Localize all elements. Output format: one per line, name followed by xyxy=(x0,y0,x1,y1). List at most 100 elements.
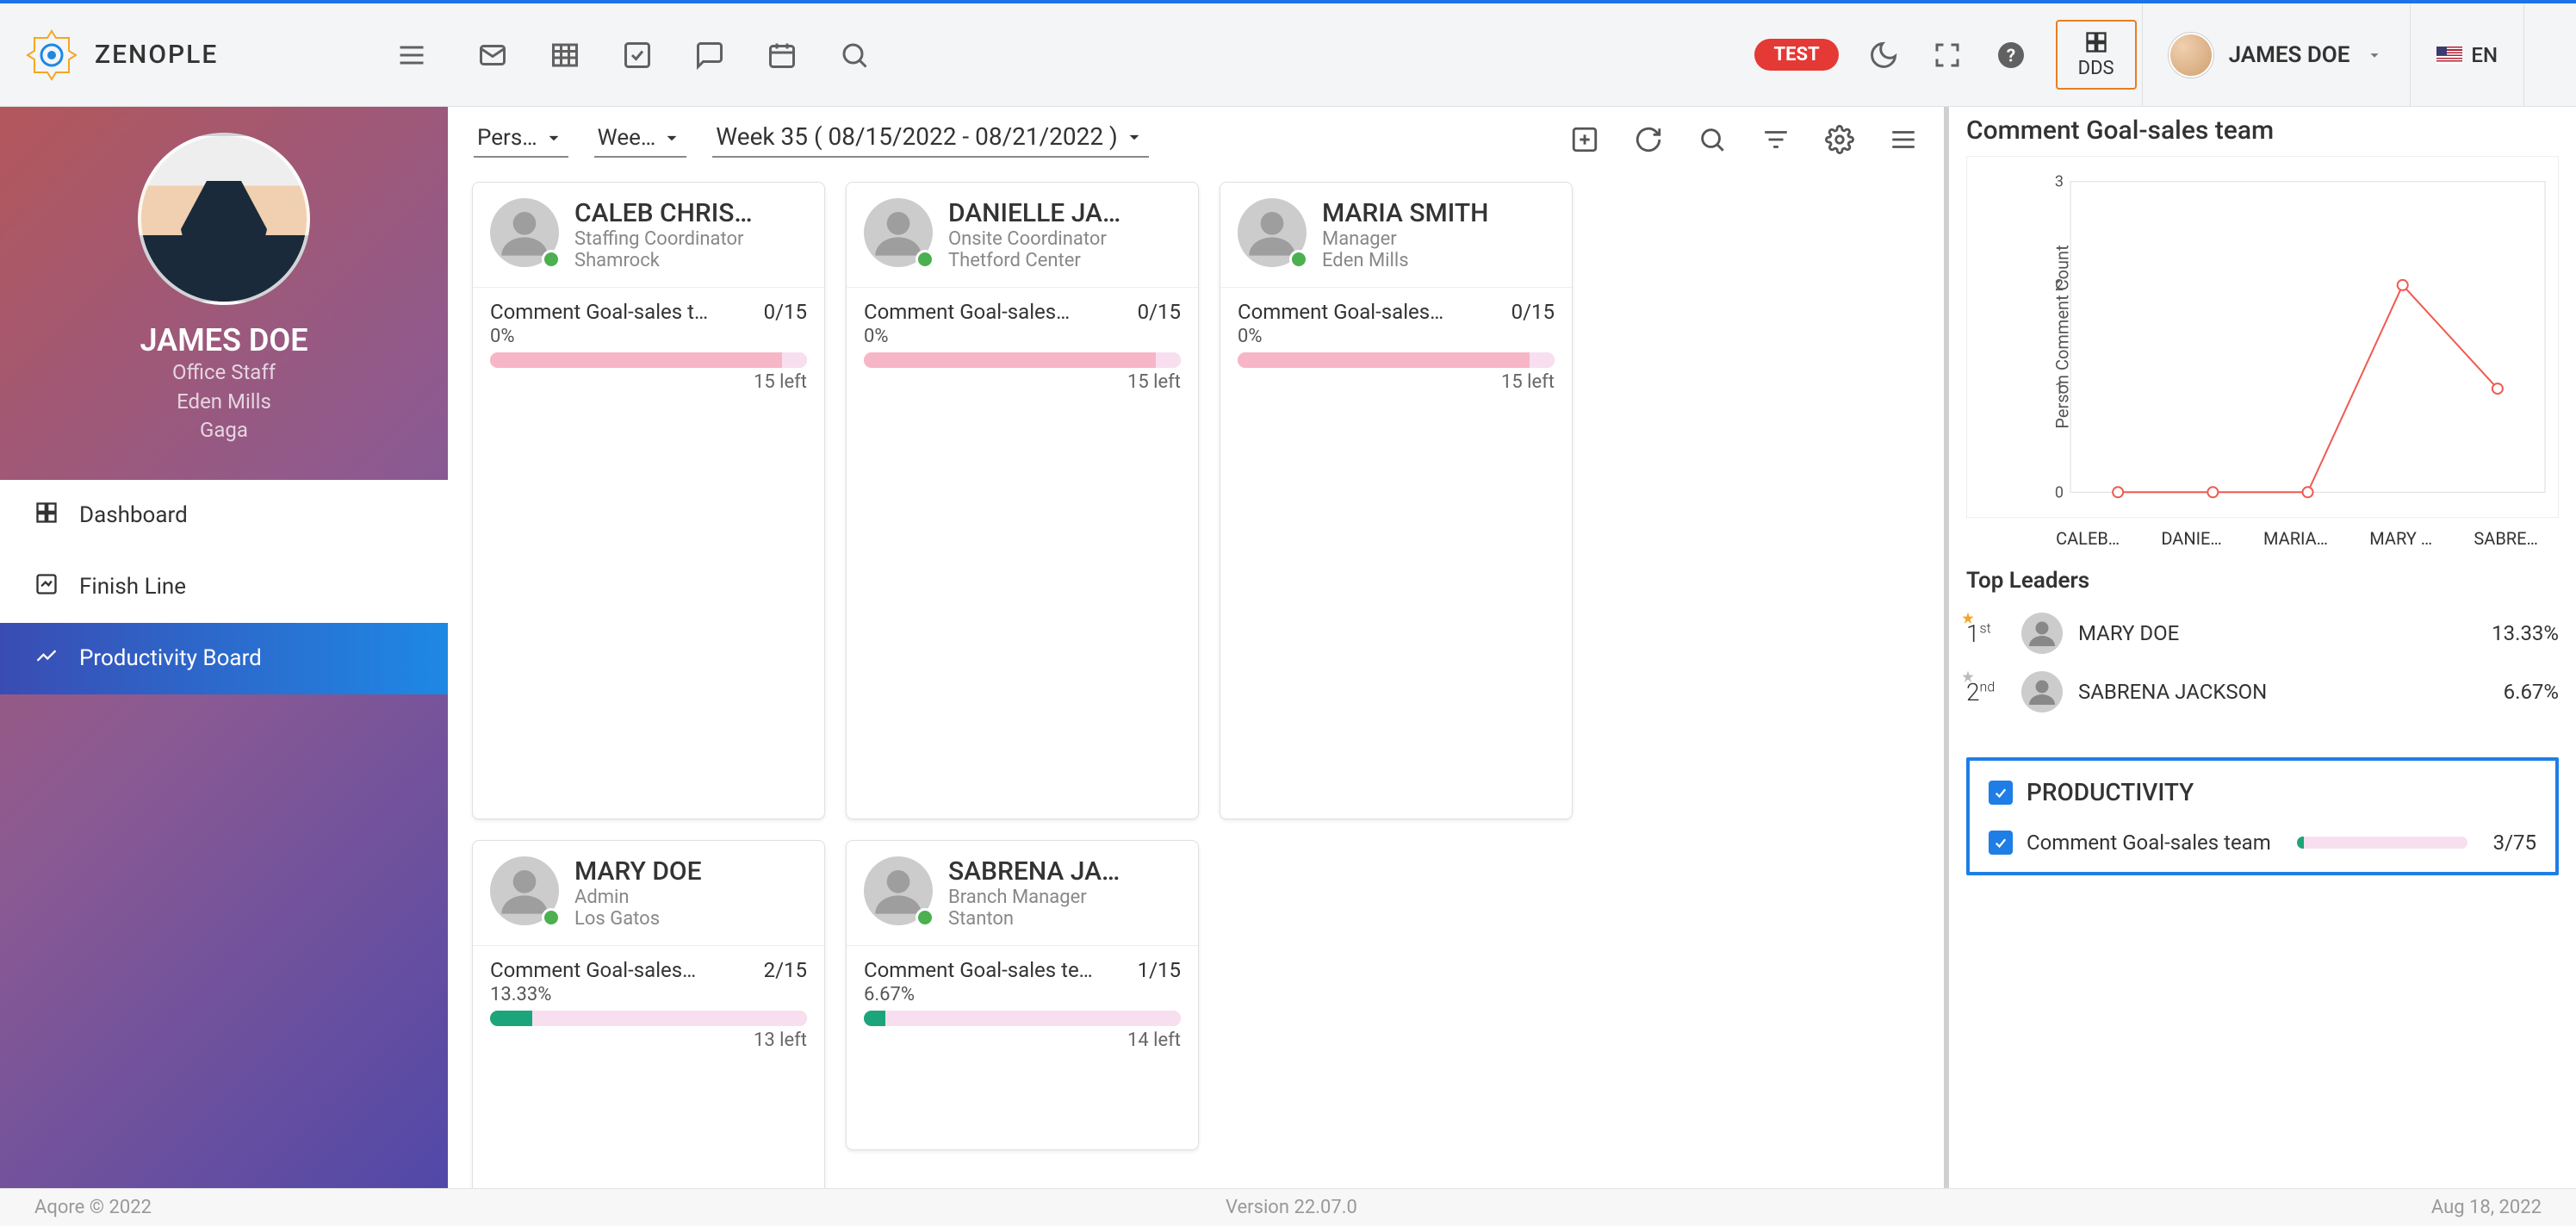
chat-icon[interactable] xyxy=(691,36,729,74)
test-badge: TEST xyxy=(1754,39,1838,71)
filter-range-select[interactable]: Week 35 ( 08/15/2022 - 08/21/2022 ) xyxy=(712,117,1149,158)
help-icon[interactable]: ? xyxy=(1992,36,2030,74)
chart-title: Comment Goal-sales team xyxy=(1966,115,2559,146)
nav-label: Dashboard xyxy=(79,502,188,528)
sort-icon[interactable] xyxy=(1761,125,1791,158)
person-name: SABRENA JA… xyxy=(948,856,1120,887)
goal-label: Comment Goal-sales t… xyxy=(490,300,708,324)
language-selector[interactable]: EN xyxy=(2410,3,2523,106)
productivity-checkbox[interactable] xyxy=(1989,781,2013,805)
person-card[interactable]: DANIELLE JA…Onsite CoordinatorThetford C… xyxy=(846,182,1199,819)
status-dot-icon xyxy=(542,250,561,269)
person-avatar-icon xyxy=(864,856,933,925)
board-toolbar: Pers… Wee… Week 35 ( 08/15/2022 - 08/21/… xyxy=(448,107,1944,165)
goal-count: 0/15 xyxy=(1138,300,1181,324)
list-icon[interactable] xyxy=(2523,3,2576,106)
leader-avatar-icon xyxy=(2021,671,2063,713)
person-card[interactable]: MARY DOEAdminLos GatosComment Goal-sales… xyxy=(472,840,825,1188)
board-area: Pers… Wee… Week 35 ( 08/15/2022 - 08/21/… xyxy=(448,107,1949,1188)
add-card-icon[interactable] xyxy=(1570,125,1599,158)
goal-count: 0/15 xyxy=(1511,300,1555,324)
line-chart: 0123 xyxy=(2036,165,2554,508)
user-avatar-icon xyxy=(2169,33,2213,78)
sidebar-item-finish-line[interactable]: Finish Line xyxy=(0,551,448,623)
nav-icon xyxy=(34,501,59,531)
footer: Aqore © 2022 Version 22.07.0 Aug 18, 202… xyxy=(0,1188,2576,1226)
goal-count: 0/15 xyxy=(764,300,807,324)
calendar-icon[interactable] xyxy=(763,36,801,74)
search-board-icon[interactable] xyxy=(1698,125,1727,158)
sidebar-toggle-icon[interactable] xyxy=(393,36,431,74)
nav-label: Finish Line xyxy=(79,574,186,600)
productivity-panel: PRODUCTIVITY Comment Goal-sales team 3/7… xyxy=(1966,757,2559,875)
xtick-label: SABRE… xyxy=(2474,528,2537,549)
xtick-label: MARIA… xyxy=(2263,528,2328,549)
goal-progress-bar xyxy=(864,352,1181,368)
goal-label: Comment Goal-sales team xyxy=(2027,831,2271,855)
filter-period-label: Wee… xyxy=(598,125,656,151)
profile-avatar-icon xyxy=(138,133,310,305)
leaders-title: Top Leaders xyxy=(1966,568,2559,594)
mail-icon[interactable] xyxy=(474,36,512,74)
sidebar-nav: Dashboard Finish Line Productivity Board xyxy=(0,480,448,694)
goal-minibar xyxy=(2297,837,2467,849)
person-avatar-icon xyxy=(490,856,559,925)
person-location: Los Gatos xyxy=(574,908,702,930)
filter-period-select[interactable]: Wee… xyxy=(594,120,687,158)
person-role: Manager xyxy=(1322,228,1488,250)
fullscreen-icon[interactable] xyxy=(1928,36,1966,74)
caret-down-icon xyxy=(1123,126,1145,148)
user-menu[interactable]: JAMES DOE xyxy=(2142,3,2411,106)
nav-icon xyxy=(34,644,59,674)
goal-progress-bar xyxy=(864,1011,1181,1026)
person-card[interactable]: MARIA SMITHManagerEden MillsComment Goal… xyxy=(1220,182,1573,819)
leader-name: SABRENA JACKSON xyxy=(2078,680,2488,704)
top-icon-row xyxy=(448,36,873,74)
person-role: Onsite Coordinator xyxy=(948,228,1120,250)
search-icon[interactable] xyxy=(835,36,873,74)
leader-rank: 1st xyxy=(1966,619,2006,648)
caret-down-icon xyxy=(661,127,683,149)
footer-version: Version 22.07.0 xyxy=(152,1197,2431,1218)
person-card[interactable]: SABRENA JA…Branch ManagerStantonComment … xyxy=(846,840,1199,1150)
chart-box: Person Comment Count 0123 xyxy=(1966,156,2559,518)
dds-label: DDS xyxy=(2078,58,2114,79)
filter-scope-select[interactable]: Pers… xyxy=(474,120,568,158)
nav-label: Productivity Board xyxy=(79,645,262,671)
footer-date: Aug 18, 2022 xyxy=(2431,1197,2542,1218)
goal-checkbox[interactable] xyxy=(1989,831,2013,855)
profile-name: JAMES DOE xyxy=(140,322,308,358)
person-location: Stanton xyxy=(948,908,1120,930)
medal-icon xyxy=(1959,611,1977,628)
goal-remaining: 15 left xyxy=(490,371,807,393)
settings-icon[interactable] xyxy=(1825,125,1854,158)
brand-logo-icon xyxy=(26,29,78,81)
status-dot-icon xyxy=(542,908,561,927)
flag-icon xyxy=(2436,47,2462,64)
menu-icon[interactable] xyxy=(1889,125,1918,158)
user-name: JAMES DOE xyxy=(2229,42,2350,68)
nav-icon xyxy=(34,572,59,602)
sidebar-item-dashboard[interactable]: Dashboard xyxy=(0,480,448,551)
person-role: Admin xyxy=(574,887,702,908)
refresh-icon[interactable] xyxy=(1634,125,1663,158)
profile-location: Eden Mills xyxy=(177,388,271,417)
leaders-list: 1stMARY DOE13.33%2ndSABRENA JACKSON6.67% xyxy=(1966,604,2559,721)
topbar: ZENOPLE TEST ? DDS JAMES DOE xyxy=(0,3,2576,107)
goal-remaining: 14 left xyxy=(864,1030,1181,1051)
profile-card: JAMES DOE Office Staff Eden Mills Gaga xyxy=(0,107,448,480)
leader-avatar-icon xyxy=(2021,613,2063,654)
person-card[interactable]: CALEB CHRIS…Staffing CoordinatorShamrock… xyxy=(472,182,825,819)
lang-code: EN xyxy=(2471,43,2498,67)
person-name: DANIELLE JA… xyxy=(948,198,1120,228)
grid-icon[interactable] xyxy=(546,36,584,74)
checkbox-icon[interactable] xyxy=(618,36,656,74)
right-panel: Comment Goal-sales team Person Comment C… xyxy=(1949,107,2576,1188)
filter-scope-label: Pers… xyxy=(477,125,537,151)
chart-xticks: CALEB…DANIE…MARIA…MARY …SABRE… xyxy=(1966,528,2559,549)
goal-count: 2/15 xyxy=(764,958,807,982)
xtick-label: MARY … xyxy=(2369,528,2432,549)
moon-icon[interactable] xyxy=(1865,36,1903,74)
dds-button[interactable]: DDS xyxy=(2056,20,2137,90)
sidebar-item-productivity-board[interactable]: Productivity Board xyxy=(0,623,448,694)
